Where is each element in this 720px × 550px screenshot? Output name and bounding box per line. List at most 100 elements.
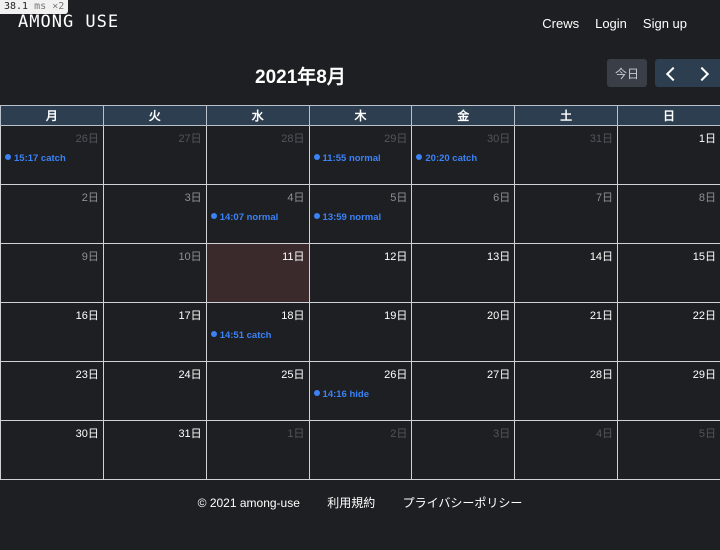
- calendar-day-cell[interactable]: 4日: [514, 420, 619, 480]
- day-number: 17日: [178, 310, 202, 322]
- calendar-day-cell[interactable]: 15日: [617, 243, 720, 303]
- calendar-day-cell[interactable]: 24日: [102, 361, 207, 421]
- day-number: 5日: [698, 428, 716, 440]
- day-number: 16日: [75, 310, 99, 322]
- calendar-day-cell[interactable]: 6日: [411, 184, 516, 244]
- top-nav: Crews Login Sign up: [542, 16, 687, 31]
- next-month-button[interactable]: [688, 59, 720, 87]
- calendar-day-cell[interactable]: 29日: [617, 361, 720, 421]
- weekday-header: 金: [411, 105, 516, 126]
- calendar-day-cell[interactable]: 28日: [205, 125, 310, 185]
- weekday-header: 木: [308, 105, 413, 126]
- calendar-day-cell[interactable]: 2日: [0, 184, 104, 244]
- calendar-day-today[interactable]: 11日: [205, 243, 310, 303]
- calendar-event[interactable]: 14:16 hide: [313, 389, 369, 400]
- perf-multiplier: ×2: [52, 1, 65, 12]
- calendar-event[interactable]: 15:17 catch: [5, 153, 66, 164]
- calendar-day-cell[interactable]: 1日: [617, 125, 720, 185]
- calendar-day-cell[interactable]: 7日: [514, 184, 619, 244]
- prev-month-button[interactable]: [655, 59, 688, 87]
- weekday-header-row: 月火水木金土日: [0, 105, 720, 126]
- calendar-day-cell[interactable]: 9日: [0, 243, 104, 303]
- calendar-day-cell[interactable]: 5日 13:59 normal: [308, 184, 413, 244]
- calendar-day-cell[interactable]: 31日: [514, 125, 619, 185]
- logo[interactable]: AMONG USE: [18, 12, 119, 32]
- calendar-day-cell[interactable]: 4日 14:07 normal: [205, 184, 310, 244]
- weekday-header: 火: [102, 105, 207, 126]
- day-number: 9日: [81, 251, 99, 263]
- calendar-day-cell[interactable]: 30日: [0, 420, 104, 480]
- calendar-event[interactable]: 14:07 normal: [210, 212, 278, 223]
- day-number: 28日: [589, 369, 614, 381]
- day-number: 30日: [75, 428, 99, 440]
- calendar-event[interactable]: 20:20 catch: [416, 153, 477, 164]
- calendar-event[interactable]: 13:59 normal: [313, 212, 381, 223]
- day-number: 28日: [281, 133, 305, 145]
- event-dot-icon: [313, 154, 320, 161]
- day-number: 1日: [287, 428, 305, 440]
- day-number: 7日: [595, 192, 614, 204]
- day-number: 31日: [178, 428, 202, 440]
- calendar-day-cell[interactable]: 1日: [205, 420, 310, 480]
- nav-signup-link[interactable]: Sign up: [643, 16, 687, 31]
- calendar-day-cell[interactable]: 21日: [514, 302, 619, 362]
- event-dot-icon: [416, 154, 423, 161]
- day-number: 27日: [486, 369, 511, 381]
- day-number: 13日: [486, 251, 511, 263]
- footer: © 2021 among-use 利用規約 プライバシーポリシー: [0, 494, 720, 511]
- footer-terms-link[interactable]: 利用規約: [327, 496, 375, 510]
- calendar-day-cell[interactable]: 27日: [411, 361, 516, 421]
- calendar-day-cell[interactable]: 2日: [308, 420, 413, 480]
- day-number: 12日: [384, 251, 408, 263]
- calendar-day-cell[interactable]: 26日 15:17 catch: [0, 125, 104, 185]
- calendar-day-cell[interactable]: 25日: [205, 361, 310, 421]
- weekday-header: 土: [514, 105, 619, 126]
- event-dot-icon: [5, 154, 11, 161]
- day-number: 2日: [390, 428, 408, 440]
- calendar-event[interactable]: 14:51 catch: [210, 330, 271, 341]
- calendar-day-cell[interactable]: 17日: [102, 302, 207, 362]
- month-nav-group: [655, 59, 720, 87]
- calendar-day-cell[interactable]: 19日: [308, 302, 413, 362]
- calendar-day-cell[interactable]: 20日: [411, 302, 516, 362]
- calendar-event[interactable]: 11:55 normal: [313, 153, 381, 164]
- day-number: 19日: [384, 310, 408, 322]
- calendar-day-cell[interactable]: 26日 14:16 hide: [308, 361, 413, 421]
- day-number: 3日: [493, 428, 511, 440]
- calendar-day-cell[interactable]: 30日 20:20 catch: [411, 125, 516, 185]
- calendar-day-cell[interactable]: 3日: [411, 420, 516, 480]
- calendar-day-cell[interactable]: 28日: [514, 361, 619, 421]
- day-number: 26日: [75, 133, 99, 145]
- calendar-day-cell[interactable]: 31日: [102, 420, 207, 480]
- calendar-day-cell[interactable]: 18日 14:51 catch: [205, 302, 310, 362]
- day-number: 3日: [184, 192, 202, 204]
- event-dot-icon: [210, 331, 217, 338]
- weekday-header: 月: [0, 105, 104, 126]
- nav-crews-link[interactable]: Crews: [542, 16, 579, 31]
- calendar-day-cell[interactable]: 10日: [102, 243, 207, 303]
- chevron-left-icon: [665, 66, 680, 82]
- calendar-day-cell[interactable]: 27日: [102, 125, 207, 185]
- event-label: 14:16 hide: [322, 389, 369, 400]
- calendar-day-cell[interactable]: 3日: [102, 184, 207, 244]
- calendar-day-cell[interactable]: 29日 11:55 normal: [308, 125, 413, 185]
- day-number: 26日: [384, 369, 408, 381]
- calendar-day-cell[interactable]: 8日: [617, 184, 720, 244]
- day-number: 11日: [282, 251, 305, 263]
- calendar-day-cell[interactable]: 12日: [308, 243, 413, 303]
- calendar-day-cell[interactable]: 22日: [617, 302, 720, 362]
- calendar-day-cell[interactable]: 13日: [411, 243, 516, 303]
- calendar-day-cell[interactable]: 16日: [0, 302, 104, 362]
- day-number: 14日: [589, 251, 614, 263]
- nav-login-link[interactable]: Login: [595, 16, 627, 31]
- day-number: 15日: [692, 251, 716, 263]
- event-label: 15:17 catch: [14, 153, 66, 164]
- today-button[interactable]: 今日: [607, 59, 647, 87]
- calendar-week-row: 23日 24日 25日 26日 14:16 hide 27日 28日 29日: [0, 361, 720, 421]
- calendar-day-cell[interactable]: 5日: [617, 420, 720, 480]
- footer-privacy-link[interactable]: プライバシーポリシー: [403, 496, 523, 510]
- day-number: 29日: [692, 369, 716, 381]
- calendar-day-cell[interactable]: 23日: [0, 361, 104, 421]
- calendar-day-cell[interactable]: 14日: [514, 243, 619, 303]
- chevron-right-icon: [695, 66, 710, 82]
